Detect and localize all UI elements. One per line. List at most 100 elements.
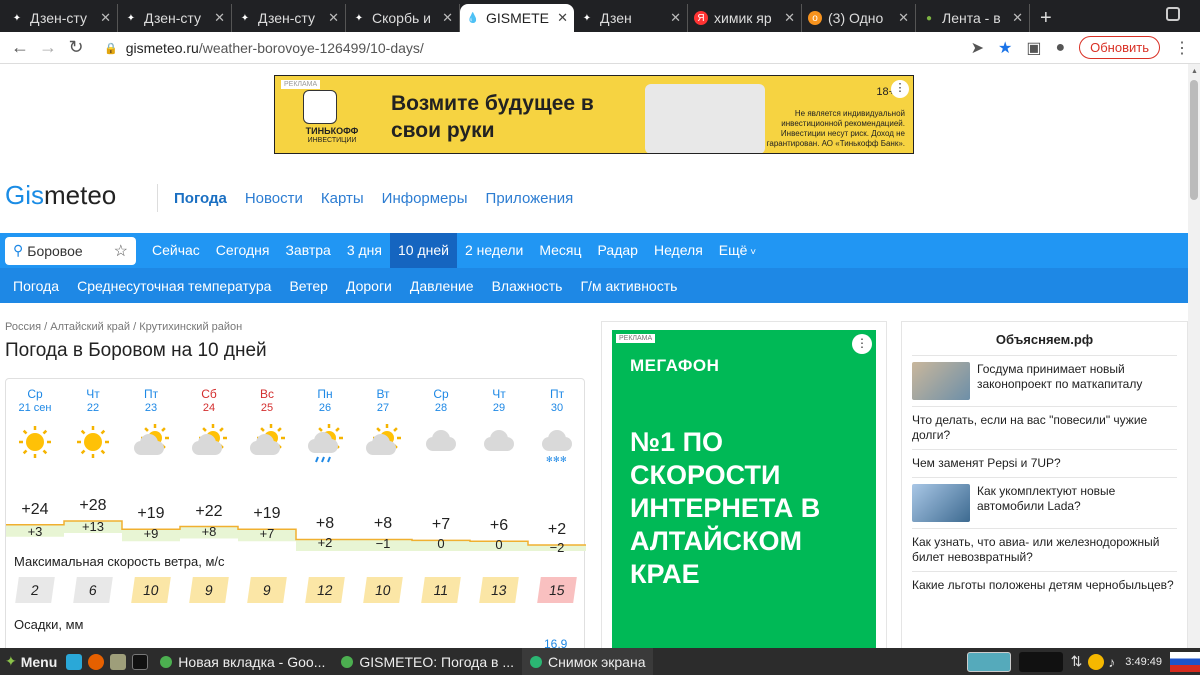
megafon-ad[interactable]: РЕКЛАМА МЕГАФОН ⋮ №1 ПО СКОРОСТИ ИНТЕРНЕ… [612, 330, 876, 655]
back-icon[interactable]: ← [6, 37, 34, 58]
side-panel-icon[interactable]: ▣ [1026, 38, 1041, 58]
terminal-icon[interactable] [132, 653, 149, 670]
main-nav-item[interactable]: Карты [321, 190, 364, 207]
address-bar[interactable]: 🔒 gismeteo.ru/weather-borovoye-126499/10… [104, 40, 424, 56]
tab-close-icon[interactable]: ✕ [670, 10, 681, 26]
news-item[interactable]: Как узнать, что авиа- или железнодорожны… [912, 528, 1177, 571]
taskbar-task[interactable]: Снимок экрана [522, 648, 654, 675]
day-header[interactable]: Чт 29 [470, 387, 528, 414]
tab-6[interactable]: ✦ Дзен ✕ [574, 4, 688, 32]
tab-8[interactable]: о (3) Одно ✕ [802, 4, 916, 32]
tab-5[interactable]: 💧 GISMETE ✕ [460, 4, 574, 32]
forward-icon[interactable]: → [34, 37, 62, 58]
news-item[interactable]: Какие льготы положены детям чернобыльцев… [912, 571, 1177, 599]
tab-close-icon[interactable]: ✕ [557, 10, 568, 26]
taskbar-task[interactable]: GISMETEO: Погода в ... [333, 648, 522, 675]
ad-brand: ТИНЬКОФФ [305, 126, 359, 136]
tab-7[interactable]: Яхимик яр ✕ [688, 4, 802, 32]
subnav-item[interactable]: Дороги [337, 278, 401, 294]
tab-2[interactable]: ✦ Дзен-сту ✕ [118, 4, 232, 32]
workspace-2-icon[interactable] [1018, 651, 1063, 672]
new-tab-icon[interactable]: + [1030, 4, 1062, 32]
news-item[interactable]: Чем заменят Pepsi и 7UP? [912, 449, 1177, 477]
ad-menu-icon[interactable]: ⋮ [891, 80, 909, 98]
period-tab[interactable]: Ещё ˅ [711, 233, 764, 268]
day-header[interactable]: Вт 27 [354, 387, 412, 414]
day-header[interactable]: Ср 21 сен [6, 387, 64, 414]
main-nav-item[interactable]: Новости [245, 190, 303, 207]
top-ad-banner[interactable]: РЕКЛАМА ТИНЬКОФФ ИНВЕСТИЦИИ Возмите буду… [274, 75, 914, 154]
news-thumbnail [912, 484, 970, 522]
main-nav-item[interactable]: Погода [174, 190, 227, 207]
scroll-up-icon[interactable]: ▲ [1191, 68, 1198, 75]
favorite-star-icon[interactable]: ☆ [114, 241, 128, 261]
page-scrollbar[interactable]: ▲ [1188, 64, 1200, 654]
taskbar-task[interactable]: Новая вкладка - Goo... [152, 648, 333, 675]
day-header[interactable]: Пн 26 [296, 387, 354, 414]
subnav-item[interactable]: Ветер [280, 278, 337, 294]
main-nav-item[interactable]: Приложения [486, 190, 574, 207]
period-tab[interactable]: Сейчас [144, 233, 208, 268]
subnav-item[interactable]: Давление [401, 278, 483, 294]
period-tab[interactable]: Завтра [277, 233, 338, 268]
update-tray-icon[interactable] [1088, 653, 1105, 670]
main-nav-item[interactable]: Информеры [382, 190, 468, 207]
update-button[interactable]: Обновить [1079, 36, 1160, 59]
tab-1[interactable]: ✦ Дзен-сту ✕ [4, 4, 118, 32]
period-tab[interactable]: 2 недели [457, 233, 531, 268]
tab-close-icon[interactable]: ✕ [784, 10, 795, 26]
side-ad-banner[interactable]: РЕКЛАМА МЕГАФОН ⋮ №1 ПО СКОРОСТИ ИНТЕРНЕ… [601, 321, 887, 655]
volume-icon[interactable]: ♪ [1108, 654, 1115, 670]
reload-icon[interactable]: ↻ [62, 37, 90, 58]
tab-search-icon[interactable] [1166, 7, 1180, 21]
send-icon[interactable]: ➤ [971, 38, 984, 58]
breadcrumb[interactable]: Россия / Алтайский край / Крутихинский р… [5, 321, 242, 333]
scrollbar-thumb[interactable] [1190, 80, 1198, 200]
period-tab[interactable]: Сегодня [208, 233, 278, 268]
tab-close-icon[interactable]: ✕ [442, 10, 453, 26]
bookmark-star-icon[interactable]: ★ [998, 38, 1012, 58]
profile-icon[interactable]: ● [1055, 39, 1065, 57]
news-item[interactable]: Госдума принимает новый законопроект по … [912, 355, 1177, 406]
day-header[interactable]: Чт 22 [64, 387, 122, 414]
start-menu-button[interactable]: ✦ Menu [0, 653, 62, 670]
network-icon[interactable]: ⇅ [1071, 653, 1083, 670]
cloudy-icon [479, 424, 519, 466]
news-item[interactable]: Что делать, если на вас "повесили" чужие… [912, 406, 1177, 449]
menu-kebab-icon[interactable]: ⋮ [1174, 38, 1190, 58]
period-tab[interactable]: 10 дней [389, 233, 457, 268]
news-item[interactable]: Как укомплектуют новые автомобили Lada? [912, 477, 1177, 528]
period-tab[interactable]: Неделя [646, 233, 711, 268]
ad-menu-icon[interactable]: ⋮ [852, 334, 872, 354]
task-title: Новая вкладка - Goo... [178, 653, 326, 670]
day-header[interactable]: Пт 30 [528, 387, 586, 414]
subnav-item[interactable]: Влажность [483, 278, 572, 294]
clock[interactable]: 3:49:49 [1125, 656, 1162, 668]
firefox-icon[interactable] [88, 653, 105, 670]
language-flag-icon[interactable] [1170, 651, 1200, 672]
day-header[interactable]: Ср 28 [412, 387, 470, 414]
subnav-item[interactable]: Среднесуточная температура [68, 278, 280, 294]
files-icon[interactable] [110, 653, 127, 670]
day-header[interactable]: Сб 24 [180, 387, 238, 414]
workspace-icon[interactable] [966, 651, 1011, 672]
day-header[interactable]: Вс 25 [238, 387, 296, 414]
city-search-input[interactable]: ⚲ Боровое ☆ [5, 236, 136, 265]
desktop-icon[interactable] [66, 653, 83, 670]
period-tab[interactable]: Месяц [531, 233, 589, 268]
period-tab[interactable]: Радар [590, 233, 646, 268]
gismeteo-logo[interactable]: Gismeteo [5, 180, 116, 211]
tab-close-icon[interactable]: ✕ [214, 10, 225, 26]
tab-9[interactable]: ● Лента - в ✕ [916, 4, 1030, 32]
news-title[interactable]: Объясняем.рф [902, 332, 1187, 347]
period-tab[interactable]: 3 дня [339, 233, 390, 268]
tab-close-icon[interactable]: ✕ [898, 10, 909, 26]
tab-close-icon[interactable]: ✕ [328, 10, 339, 26]
tab-close-icon[interactable]: ✕ [1012, 10, 1023, 26]
tab-3[interactable]: ✦ Дзен-сту ✕ [232, 4, 346, 32]
day-header[interactable]: Пт 23 [122, 387, 180, 414]
subnav-item[interactable]: Г/м активность [571, 278, 686, 294]
tab-close-icon[interactable]: ✕ [100, 10, 111, 26]
tab-4[interactable]: ✦ Скорбь и ✕ [346, 4, 460, 32]
subnav-item[interactable]: Погода [4, 278, 68, 294]
